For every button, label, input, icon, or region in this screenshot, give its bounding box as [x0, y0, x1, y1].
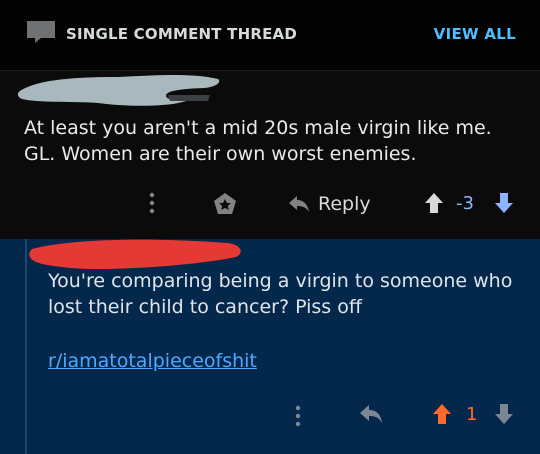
downvote-arrow-icon[interactable] [494, 403, 514, 425]
view-all-button[interactable]: VIEW ALL [434, 25, 516, 43]
subreddit-link[interactable]: r/iamatotalpieceofshit [48, 350, 257, 372]
vote-score: 1 [466, 404, 478, 425]
upvote-arrow-icon[interactable] [424, 192, 444, 214]
highlighted-reply-comment: You're comparing being a virgin to someo… [0, 239, 540, 454]
reply-arrow-icon [289, 196, 309, 212]
upvote-arrow-icon[interactable] [432, 403, 452, 425]
award-icon[interactable] [212, 191, 238, 217]
reply-arrow-icon[interactable] [358, 403, 384, 427]
thread-header: SINGLE COMMENT THREAD VIEW ALL [0, 0, 540, 71]
redacted-username [18, 75, 220, 106]
comment-icon [27, 21, 55, 43]
comment-body: You're comparing being a virgin to someo… [48, 270, 513, 318]
reply-label: Reply [318, 193, 371, 215]
thread-title: SINGLE COMMENT THREAD [66, 25, 297, 43]
reply-button[interactable]: Reply [288, 190, 371, 218]
more-vertical-icon[interactable] [144, 190, 160, 216]
downvote-arrow-icon[interactable] [494, 192, 514, 214]
vote-score: -3 [456, 193, 474, 214]
thread-indent-line [25, 239, 27, 454]
more-vertical-icon[interactable] [290, 403, 306, 429]
comment-body: At least you aren't a mid 20s male virgi… [24, 117, 492, 165]
parent-comment: At least you aren't a mid 20s male virgi… [0, 71, 540, 239]
